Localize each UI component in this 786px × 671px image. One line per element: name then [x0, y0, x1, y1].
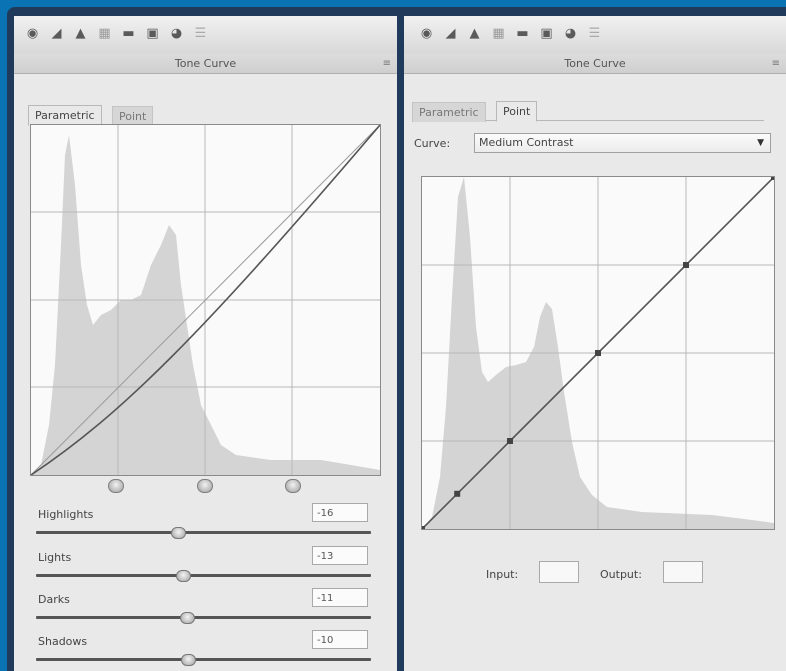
output-field[interactable]	[663, 561, 703, 583]
slider-thumb[interactable]	[176, 570, 191, 582]
tab-parametric[interactable]: Parametric	[28, 105, 102, 126]
midtones-split-handle[interactable]	[197, 479, 213, 493]
curve-control-point[interactable]	[422, 526, 425, 529]
panel-menu-icon[interactable]: ≡	[383, 54, 391, 73]
basic-adjust-icon[interactable]: ◉	[418, 25, 435, 42]
slider-track[interactable]	[36, 616, 371, 619]
curve-control-point[interactable]	[683, 262, 689, 268]
tone-curve-panel-point: ◉ ◢ ▲ ▦ ▬ ▣ ◕ ☰ Tone Curve ≡ Parametric …	[404, 16, 786, 671]
camera-calibration-icon[interactable]: ◕	[562, 25, 579, 42]
slider-value-input[interactable]: -16	[312, 503, 368, 522]
split-toning-icon[interactable]: ▬	[120, 25, 137, 42]
slider-thumb[interactable]	[181, 654, 196, 666]
panel-menu-icon[interactable]: ≡	[772, 54, 780, 73]
slider-label: Shadows	[38, 635, 88, 648]
curve-control-point[interactable]	[595, 350, 601, 356]
basic-adjust-icon[interactable]: ◉	[24, 25, 41, 42]
point-curve-graph[interactable]	[421, 176, 775, 530]
slider-thumb[interactable]	[180, 612, 195, 624]
panel-toolbar: ◉ ◢ ▲ ▦ ▬ ▣ ◕ ☰	[14, 16, 397, 55]
panel-title-text: Tone Curve	[174, 57, 237, 70]
presets-icon[interactable]: ☰	[192, 25, 209, 42]
presets-icon[interactable]: ☰	[586, 25, 603, 42]
lens-corrections-icon[interactable]: ▣	[538, 25, 555, 42]
parametric-curve-graph[interactable]	[30, 124, 381, 476]
panel-title: Tone Curve ≡	[404, 54, 786, 74]
slider-thumb[interactable]	[171, 527, 186, 539]
input-field[interactable]	[539, 561, 579, 583]
curve-preset-select[interactable]: Medium Contrast ▼	[474, 133, 771, 153]
curve-control-point[interactable]	[771, 177, 774, 180]
curve-label: Curve:	[414, 137, 451, 150]
slider-value-input[interactable]: -11	[312, 588, 368, 607]
point-curve-svg	[422, 177, 774, 529]
slider-label: Highlights	[38, 508, 94, 521]
panel-toolbar: ◉ ◢ ▲ ▦ ▬ ▣ ◕ ☰	[404, 16, 786, 55]
hsl-icon[interactable]: ▦	[490, 25, 507, 42]
panel-title-text: Tone Curve	[564, 57, 626, 70]
highlights-split-handle[interactable]	[285, 479, 301, 493]
slider-value-input[interactable]: -10	[312, 630, 368, 649]
shadows-split-handle[interactable]	[108, 479, 124, 493]
detail-icon[interactable]: ▲	[72, 25, 89, 42]
split-toning-icon[interactable]: ▬	[514, 25, 531, 42]
parametric-curve-svg	[31, 125, 380, 475]
lens-corrections-icon[interactable]: ▣	[144, 25, 161, 42]
slider-value-input[interactable]: -13	[312, 546, 368, 565]
curve-preset-value: Medium Contrast	[479, 136, 574, 149]
slider-track[interactable]	[36, 658, 371, 661]
tab-point[interactable]: Point	[112, 106, 154, 126]
camera-calibration-icon[interactable]: ◕	[168, 25, 185, 42]
slider-label: Darks	[38, 593, 70, 606]
tone-curve-icon[interactable]: ◢	[48, 25, 65, 42]
curve-control-point[interactable]	[454, 490, 461, 497]
input-label: Input:	[486, 568, 519, 581]
detail-icon[interactable]: ▲	[466, 25, 483, 42]
panel-title: Tone Curve ≡	[14, 54, 397, 74]
tab-parametric[interactable]: Parametric	[412, 102, 486, 122]
slider-track[interactable]	[36, 574, 371, 577]
slider-label: Lights	[38, 551, 72, 564]
screenshot-root: { "toolbar_icons": ["basic-adjust-icon",…	[0, 0, 786, 671]
curve-control-point[interactable]	[507, 438, 513, 444]
hsl-icon[interactable]: ▦	[96, 25, 113, 42]
slider-track[interactable]	[36, 531, 371, 534]
tone-curve-icon[interactable]: ◢	[442, 25, 459, 42]
chevron-down-icon: ▼	[757, 138, 764, 148]
tab-point[interactable]: Point	[496, 101, 538, 122]
tone-curve-panel-parametric: ◉ ◢ ▲ ▦ ▬ ▣ ◕ ☰ Tone Curve ≡ Parametric …	[14, 16, 397, 671]
output-label: Output:	[600, 568, 642, 581]
